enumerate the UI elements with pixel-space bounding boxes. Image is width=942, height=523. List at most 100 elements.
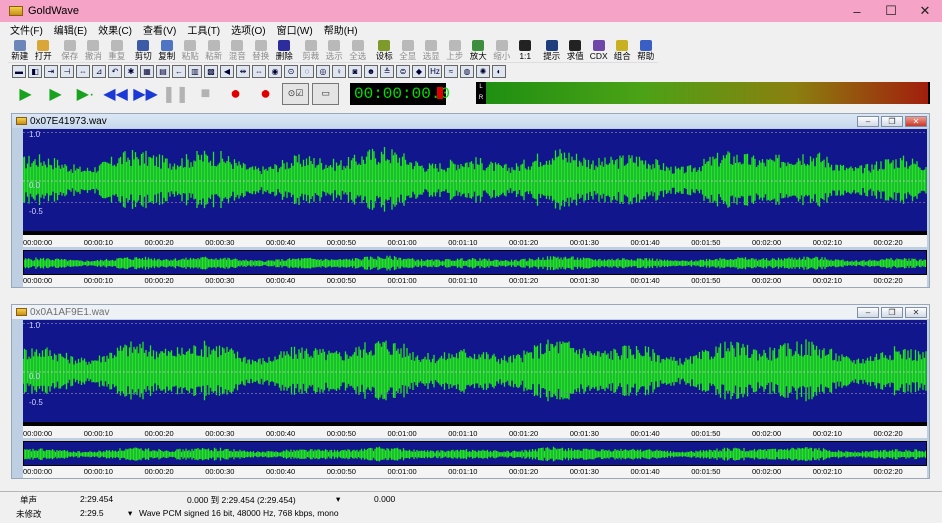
toolbar-button[interactable]: 剪切 (132, 38, 156, 63)
effect-tool-icon[interactable]: ⊿ (92, 65, 106, 78)
status-format[interactable]: Wave PCM signed 16 bit, 48000 Hz, 768 kb… (139, 508, 339, 518)
toolbar-button[interactable]: 1:1 (514, 38, 538, 63)
effect-tool-icon[interactable]: ✱ (124, 65, 138, 78)
effect-tool-icon[interactable]: ◆ (412, 65, 426, 78)
wave-window-title-bar[interactable]: 0x0A1AF9E1.wav – ❐ ✕ (12, 305, 929, 319)
fast-forward-button[interactable]: ▶▶ (132, 83, 159, 105)
effect-tool-icon[interactable]: ↶ (108, 65, 122, 78)
time-ruler[interactable]: 00:00:00 00:00:10 00:00:20 00:00:30 00:00:40… (23, 231, 927, 247)
effect-tool-icon[interactable]: ◎ (316, 65, 330, 78)
overview-waveform[interactable] (23, 250, 927, 275)
selection-dropdown-icon[interactable]: ▾ (336, 494, 340, 505)
play-selection-button[interactable]: ▶ (42, 83, 69, 105)
toolbar-button[interactable]: 选显 (420, 38, 444, 63)
menu-item[interactable]: 帮助(H) (324, 22, 358, 37)
effect-tool-icon[interactable]: ☻ (364, 65, 378, 78)
toolbar-button[interactable]: 缩小 (490, 38, 514, 63)
play-from-button[interactable]: ▶· (72, 83, 99, 105)
toolbar-button[interactable]: 设标 (373, 38, 397, 63)
overview-waveform[interactable] (23, 441, 927, 466)
toolbar-button[interactable]: 放大 (467, 38, 491, 63)
effect-tool-icon[interactable]: ← (172, 65, 186, 78)
minimize-button[interactable]: – (840, 0, 874, 22)
toolbar-button[interactable]: 求值 (564, 38, 588, 63)
effect-tool-icon[interactable]: ⇥ (44, 65, 58, 78)
effect-tool-icon[interactable]: ⇔ (252, 65, 266, 78)
wave-close-button[interactable]: ✕ (905, 307, 927, 318)
menu-item[interactable]: 工具(T) (187, 22, 220, 37)
toolbar-button[interactable]: 上步 (443, 38, 467, 63)
effect-tool-icon[interactable]: ◀ (220, 65, 234, 78)
effect-tool-icon[interactable]: ▩ (204, 65, 218, 78)
effect-tool-icon[interactable]: ⇹ (236, 65, 250, 78)
effect-tool-icon[interactable]: ⊙ (284, 65, 298, 78)
menu-item[interactable]: 效果(C) (98, 22, 132, 37)
effect-tool-icon[interactable]: ♀ (332, 65, 346, 78)
toolbar-button[interactable]: 选示 (323, 38, 347, 63)
toolbar-button[interactable]: 混音 (226, 38, 250, 63)
toolbar-button[interactable]: 复制 (155, 38, 179, 63)
wave-close-button[interactable]: ✕ (905, 116, 927, 127)
effect-tool-icon[interactable]: ◍ (460, 65, 474, 78)
wave-window-2[interactable]: 0x0A1AF9E1.wav – ❐ ✕ 1.0 0.0 -0.5 00:00:… (11, 304, 930, 479)
stop-button[interactable]: ■ (192, 83, 219, 105)
status-selection[interactable]: 0.000 到 2:29.454 (2:29.454) (187, 494, 296, 506)
toolbar-button[interactable]: 粘新 (202, 38, 226, 63)
control-options-button[interactable]: ⊙☑ (282, 82, 309, 105)
effect-tool-icon[interactable]: ⇔ (76, 65, 90, 78)
effect-tool-icon[interactable]: ◙ (348, 65, 362, 78)
wave-minimize-button[interactable]: – (857, 307, 879, 318)
toolbar-button[interactable]: 打开 (32, 38, 56, 63)
toolbar-button[interactable]: CDX (587, 38, 611, 63)
effect-tool-icon[interactable]: ⊜ (396, 65, 410, 78)
effect-tool-icon[interactable]: Hz (428, 65, 442, 78)
toolbar-button[interactable]: 重复 (105, 38, 129, 63)
effect-tool-icon[interactable]: ◉ (268, 65, 282, 78)
pause-button[interactable]: ❚❚ (162, 83, 189, 105)
effect-tool-icon[interactable]: ≈ (444, 65, 458, 78)
toolbar-button[interactable]: 保存 (58, 38, 82, 63)
wave-window-title-bar[interactable]: 0x07E41973.wav – ❐ ✕ (12, 114, 929, 128)
close-button[interactable]: ✕ (908, 0, 942, 22)
effect-tool-icon[interactable]: ▤ (156, 65, 170, 78)
wave-restore-button[interactable]: ❐ (881, 307, 903, 318)
effect-tool-icon[interactable]: ◐ (492, 65, 506, 78)
effect-tool-icon[interactable]: ✺ (476, 65, 490, 78)
effect-tool-icon[interactable]: ≙ (380, 65, 394, 78)
toolbar-button[interactable]: 新建 (8, 38, 32, 63)
format-dropdown-icon[interactable]: ▾ (128, 508, 132, 519)
monitor-button[interactable]: ▭ (312, 82, 339, 105)
record-selection-button[interactable]: ● (252, 83, 279, 105)
effect-tool-icon[interactable]: ▥ (188, 65, 202, 78)
menu-item[interactable]: 编辑(E) (54, 22, 87, 37)
toolbar-button[interactable]: 全显 (396, 38, 420, 63)
toolbar-button[interactable]: 提示 (540, 38, 564, 63)
rewind-button[interactable]: ◀◀ (102, 83, 129, 105)
toolbar-button[interactable]: 剪裁 (299, 38, 323, 63)
waveform-display[interactable]: 1.0 0.0 -0.5 (23, 129, 927, 231)
toolbar-button[interactable]: 撤消 (82, 38, 106, 63)
toolbar-button[interactable]: 组合 (611, 38, 635, 63)
effect-tool-icon[interactable]: ◧ (28, 65, 42, 78)
toolbar-button[interactable]: 帮助 (634, 38, 658, 63)
wave-minimize-button[interactable]: – (857, 116, 879, 127)
menu-item[interactable]: 查看(V) (143, 22, 176, 37)
record-button[interactable]: ● (222, 83, 249, 105)
effect-tool-icon[interactable]: ◌ (300, 65, 314, 78)
effect-tool-icon[interactable]: ⊣ (60, 65, 74, 78)
wave-window-1[interactable]: 0x07E41973.wav – ❐ ✕ 1.0 0.0 -0.5 00:00:… (11, 113, 930, 288)
maximize-button[interactable]: ☐ (874, 0, 908, 22)
effect-tool-icon[interactable]: ▬ (12, 65, 26, 78)
toolbar-button[interactable]: 替换 (249, 38, 273, 63)
wave-restore-button[interactable]: ❐ (881, 116, 903, 127)
effect-tool-icon[interactable]: ▦ (140, 65, 154, 78)
waveform-display[interactable]: 1.0 0.0 -0.5 (23, 320, 927, 422)
menu-item[interactable]: 选项(O) (231, 22, 265, 37)
time-ruler[interactable]: 00:00:00 00:00:10 00:00:20 00:00:30 00:00:40… (23, 422, 927, 438)
toolbar-button[interactable]: 粘贴 (179, 38, 203, 63)
menu-item[interactable]: 窗口(W) (277, 22, 313, 37)
toolbar-button[interactable]: 全选 (346, 38, 370, 63)
play-button[interactable]: ▶ (12, 83, 39, 105)
menu-item[interactable]: 文件(F) (10, 22, 43, 37)
toolbar-button[interactable]: 删除 (273, 38, 297, 63)
